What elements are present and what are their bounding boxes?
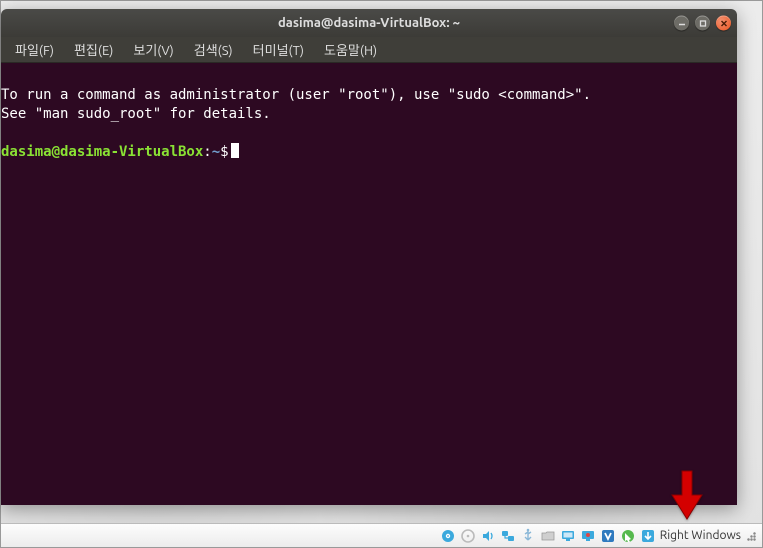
terminal-prompt: dasima@dasima-VirtualBox:~$ — [1, 144, 239, 160]
menu-search[interactable]: 검색(S) — [184, 37, 243, 62]
hostkey-down-icon[interactable] — [640, 527, 657, 544]
menu-help[interactable]: 도움말(H) — [314, 37, 387, 62]
cd-icon[interactable] — [460, 527, 477, 544]
hard-disk-icon[interactable] — [440, 527, 457, 544]
resize-grip-icon[interactable] — [746, 531, 756, 541]
close-button[interactable] — [716, 16, 731, 31]
terminal-output-line: To run a command as administrator (user … — [1, 87, 591, 103]
window-title: dasima@dasima-VirtualBox: ~ — [278, 16, 460, 30]
hostkey-label: Right Windows — [660, 529, 741, 542]
menu-edit[interactable]: 편집(E) — [64, 37, 123, 62]
mouse-integration-icon[interactable] — [620, 527, 637, 544]
terminal-window: dasima@dasima-VirtualBox: ~ 파일(F) 편집(E) … — [1, 9, 737, 505]
prompt-colon: : — [203, 144, 211, 160]
window-titlebar[interactable]: dasima@dasima-VirtualBox: ~ — [1, 9, 737, 37]
terminal-output-line: See "man sudo_root" for details. — [1, 106, 271, 122]
usb-icon[interactable] — [520, 527, 537, 544]
prompt-symbol: $ — [220, 144, 228, 160]
menu-view[interactable]: 보기(V) — [123, 37, 183, 62]
minimize-button[interactable] — [674, 16, 689, 31]
virtualbox-statusbar: Right Windows — [1, 523, 762, 547]
maximize-button[interactable] — [695, 16, 710, 31]
prompt-userhost: dasima@dasima-VirtualBox — [1, 144, 203, 160]
menubar: 파일(F) 편집(E) 보기(V) 검색(S) 터미널(T) 도움말(H) — [1, 37, 737, 63]
shared-folder-icon[interactable] — [540, 527, 557, 544]
vbox-icon[interactable] — [600, 527, 617, 544]
window-controls — [674, 16, 731, 31]
terminal-cursor — [231, 143, 239, 158]
audio-icon[interactable] — [480, 527, 497, 544]
display-icon[interactable] — [560, 527, 577, 544]
record-icon[interactable] — [580, 527, 597, 544]
network-icon[interactable] — [500, 527, 517, 544]
prompt-path: ~ — [212, 144, 220, 160]
terminal-body[interactable]: To run a command as administrator (user … — [1, 63, 737, 505]
menu-file[interactable]: 파일(F) — [5, 37, 64, 62]
pointer-arrow-icon — [670, 469, 704, 521]
menu-terminal[interactable]: 터미널(T) — [243, 37, 314, 62]
